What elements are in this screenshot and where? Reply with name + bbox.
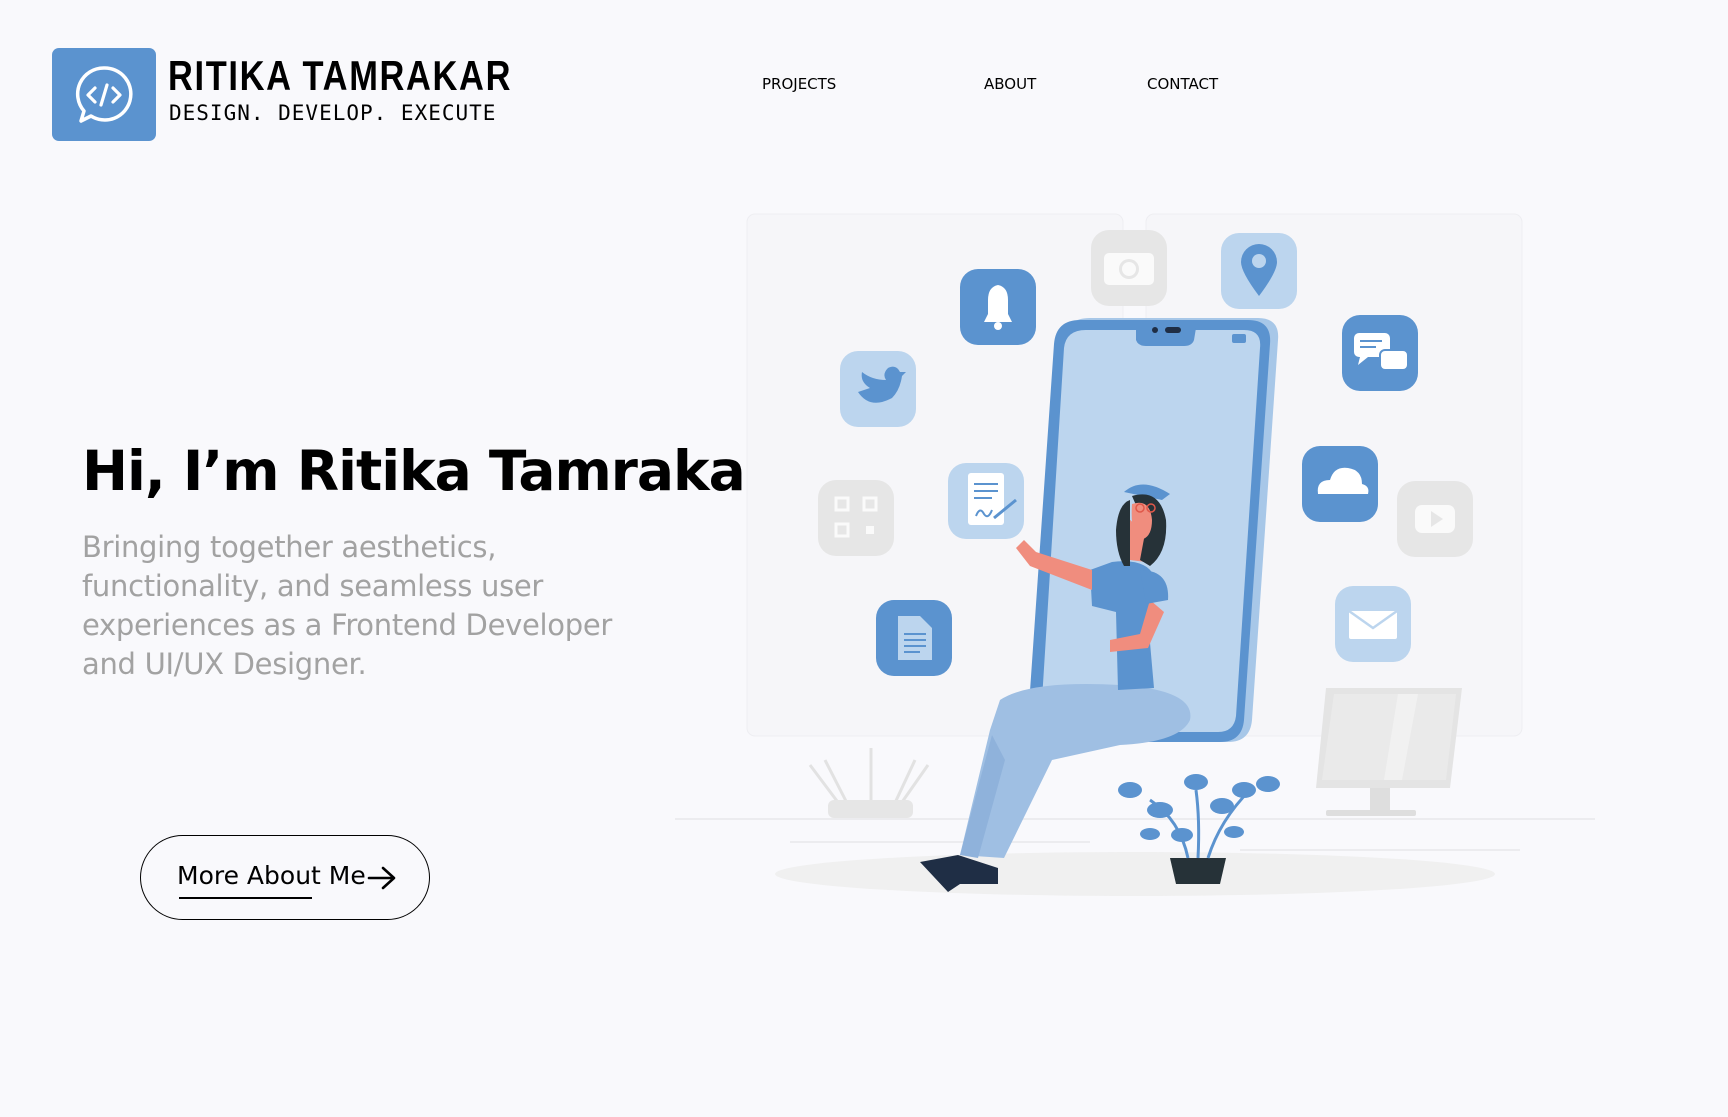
cta-underline (179, 897, 312, 899)
signed-document-icon (948, 463, 1024, 539)
bell-icon (960, 269, 1036, 345)
more-about-me-button[interactable]: More About Me (140, 835, 430, 920)
nav-projects[interactable]: PROJECTS (762, 75, 836, 93)
nav-about[interactable]: ABOUT (984, 75, 1036, 93)
location-pin-icon (1221, 233, 1297, 309)
hero-subtitle: Bringing together aesthetics, functional… (82, 530, 612, 681)
mail-icon (1335, 586, 1411, 662)
hero-illustration (675, 213, 1595, 896)
video-play-icon (1397, 481, 1473, 557)
brand-tagline: DESIGN. DEVELOP. EXECUTE (169, 101, 497, 125)
monitor-illustration (1316, 688, 1462, 816)
code-chat-bubble-icon (75, 65, 133, 123)
cta-label: More About Me (177, 861, 366, 890)
arrow-right-icon (367, 866, 396, 890)
file-icon (876, 600, 952, 676)
logo[interactable] (52, 48, 156, 141)
cloud-icon (1302, 446, 1378, 522)
nav-contact[interactable]: CONTACT (1147, 75, 1218, 93)
router-illustration (808, 748, 930, 818)
chat-icon (1342, 315, 1418, 391)
brand-name: RITIKA TAMRAKAR (168, 52, 513, 99)
qr-code-icon (818, 480, 894, 556)
camera-icon (1091, 230, 1167, 306)
twitter-icon (840, 351, 916, 427)
